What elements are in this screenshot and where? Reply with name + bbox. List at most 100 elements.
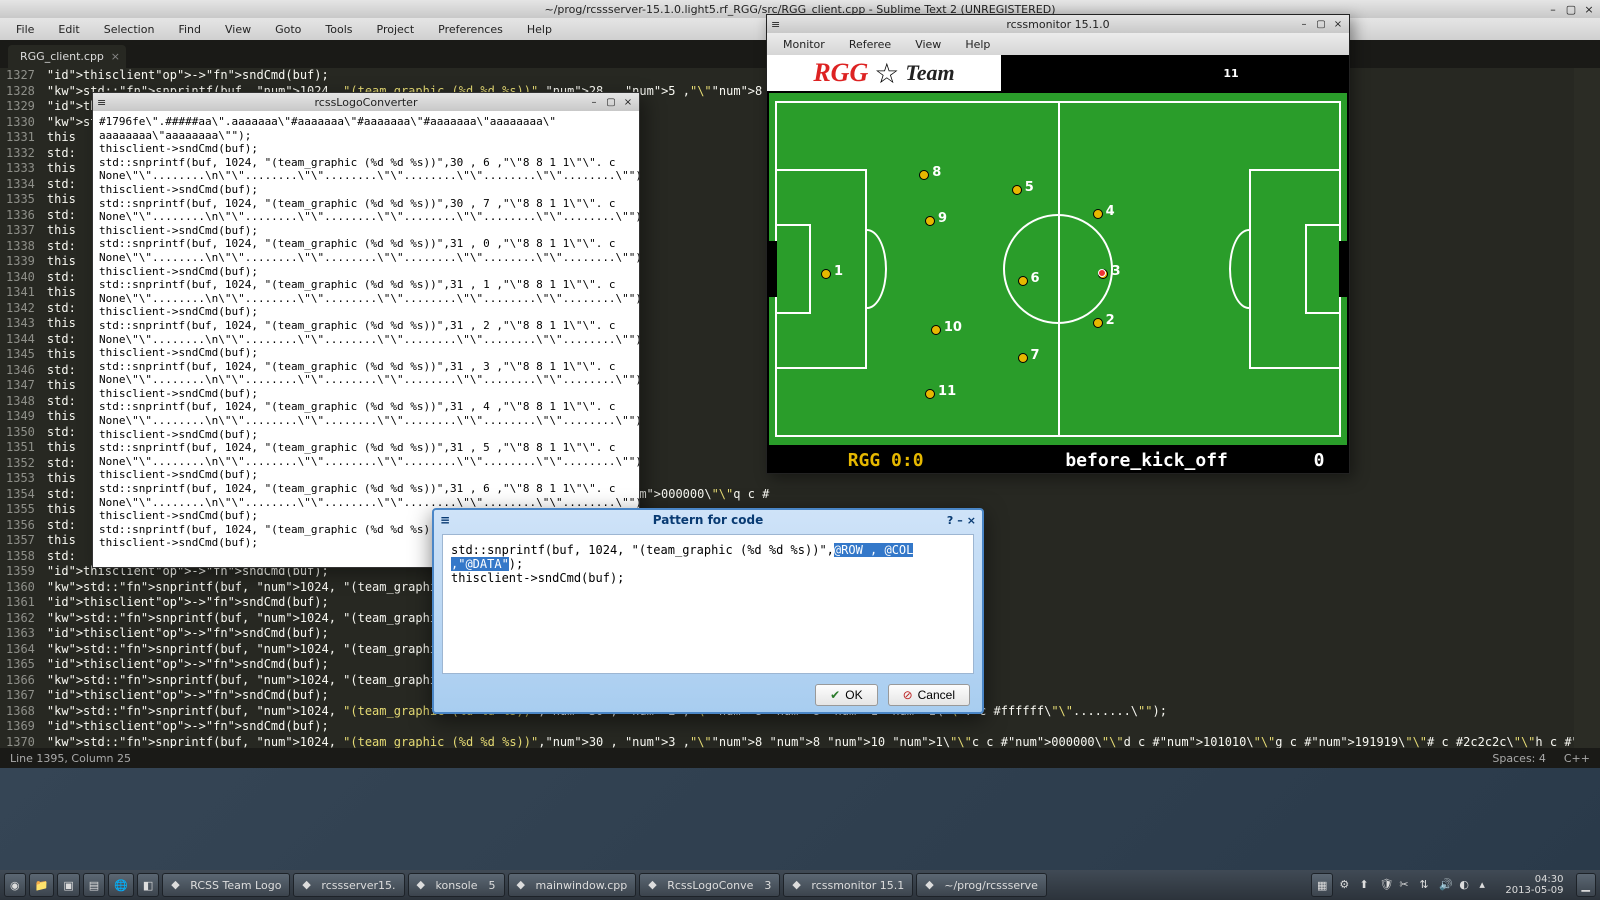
launcher-editor[interactable]: ▤ [83,873,105,897]
player-dots [1111,67,1221,80]
player-6[interactable]: 6 [1018,276,1028,286]
pattern-dialog: ≡ Pattern for code ? – × std::snprintf(b… [432,508,984,714]
close-icon[interactable]: × [1331,17,1345,31]
tray-icon[interactable]: ◐ [1459,878,1473,892]
task-label: RCSS Team Logo [190,879,281,892]
task-0[interactable]: ◆RCSS Team Logo [162,873,290,897]
launcher-terminal[interactable]: ▣ [57,873,79,897]
menu-monitor[interactable]: Monitor [773,36,835,53]
show-desktop[interactable]: ▁ [1576,873,1596,897]
menu-preferences[interactable]: Preferences [428,21,513,38]
task-2[interactable]: ◆konsole5 [408,873,505,897]
minimize-icon[interactable]: – [1297,17,1311,31]
player-7[interactable]: 7 [1018,353,1028,363]
task-label: mainwindow.cpp [536,879,628,892]
menu-help[interactable]: Help [955,36,1000,53]
close-icon[interactable]: × [621,95,635,109]
menu-edit[interactable]: Edit [48,21,89,38]
score-text: RGG 0:0 [767,450,1004,471]
app-icon: ◆ [925,878,939,892]
status-caret: Line 1395, Column 25 [10,752,131,765]
player-5[interactable]: 5 [1012,185,1022,195]
menu-find[interactable]: Find [168,21,211,38]
monitor-title: rcssmonitor 15.1.0 [1006,18,1109,31]
minimize-icon[interactable]: – [1546,2,1560,16]
minimize-icon[interactable]: – [957,514,963,527]
menu-referee[interactable]: Referee [839,36,901,53]
dialog-title: Pattern for code [653,513,763,527]
app-icon: ◆ [792,878,806,892]
window-menu-icon[interactable]: ≡ [97,96,106,109]
ok-button[interactable]: ✔OK [815,684,877,706]
player-11[interactable]: 11 [925,389,935,399]
player-number: 1 [834,264,843,279]
player-number: 10 [944,320,962,335]
soccer-pitch[interactable]: 1891011567432 [769,93,1347,445]
cancel-button[interactable]: ⊘Cancel [888,684,970,706]
player-number: 2 [1106,313,1115,328]
tray-icon[interactable]: ⬆ [1359,878,1373,892]
logoconverter-window: ≡ rcssLogoConverter – ▢ × #1796fe\".####… [92,92,640,568]
status-spaces[interactable]: Spaces: 4 [1492,752,1545,765]
menu-file[interactable]: File [6,21,44,38]
pattern-line2: thisclient->sndCmd(buf); [451,571,965,585]
menu-view[interactable]: View [905,36,951,53]
menu-selection[interactable]: Selection [94,21,165,38]
dialog-titlebar[interactable]: ≡ Pattern for code ? – × [434,510,982,530]
tray-icon[interactable]: ⇅ [1419,878,1433,892]
player-number: 9 [938,211,947,226]
maximize-icon[interactable]: ▢ [1564,2,1578,16]
pager[interactable]: ▦ [1311,873,1333,897]
game-time: 0 [1289,450,1349,471]
tab-close-icon[interactable]: × [111,50,120,63]
clock-date: 2013-05-09 [1505,885,1563,896]
menu-tools[interactable]: Tools [315,21,362,38]
tab-rgg-client[interactable]: RGG_client.cpp × [8,45,126,68]
team-logo: RGG ☆ Team [767,55,1001,91]
pattern-line1-post: ); [509,557,523,571]
task-5[interactable]: ◆rcssmonitor 15.1 [783,873,913,897]
tray-icon[interactable]: ✂ [1399,878,1413,892]
help-icon[interactable]: ? [947,514,953,527]
player-1[interactable]: 1 [821,269,831,279]
clock[interactable]: 04:30 2013-05-09 [1499,874,1569,896]
menu-goto[interactable]: Goto [265,21,311,38]
tray-icon[interactable]: ⚙ [1339,878,1353,892]
task-3[interactable]: ◆mainwindow.cpp [508,873,637,897]
task-1[interactable]: ◆rcssserver15. [293,873,404,897]
window-menu-icon[interactable]: ≡ [771,18,780,31]
tray-icon[interactable]: 🛡 [1379,878,1393,892]
close-icon[interactable]: × [967,514,976,527]
statusbar: Line 1395, Column 25 Spaces: 4 C++ [0,748,1600,768]
close-icon[interactable]: × [1582,2,1596,16]
logoconv-titlebar[interactable]: ≡ rcssLogoConverter – ▢ × [93,93,639,111]
task-4[interactable]: ◆RcssLogoConve3 [639,873,780,897]
menu-view[interactable]: View [215,21,261,38]
maximize-icon[interactable]: ▢ [604,95,618,109]
player-number: 4 [1106,204,1115,219]
volume-icon[interactable]: 🔊 [1439,878,1453,892]
app-icon: ◆ [417,878,431,892]
player-4[interactable]: 4 [1093,209,1103,219]
launcher-browser[interactable]: 🌐 [108,873,134,897]
logoconv-output[interactable]: #1796fe\".#####aa\".aaaaaaa\"#aaaaaaa\"#… [93,111,639,567]
window-menu-icon[interactable]: ≡ [440,513,450,527]
player-2[interactable]: 2 [1093,318,1103,328]
minimize-icon[interactable]: – [587,95,601,109]
launcher-files[interactable]: 📁 [29,873,55,897]
check-icon: ✔ [830,688,840,702]
status-lang[interactable]: C++ [1564,752,1590,765]
task-6[interactable]: ◆~/prog/rcssserve [916,873,1047,897]
menu-project[interactable]: Project [367,21,425,38]
start-button[interactable]: ◉ [4,873,26,897]
menu-help[interactable]: Help [517,21,562,38]
monitor-titlebar[interactable]: ≡ rcssmonitor 15.1.0 – ▢ × [767,15,1349,33]
cancel-icon: ⊘ [903,688,913,702]
maximize-icon[interactable]: ▢ [1314,17,1328,31]
tray-chevron-icon[interactable]: ▴ [1479,878,1493,892]
minimap[interactable] [1574,68,1600,748]
pattern-textarea[interactable]: std::snprintf(buf, 1024, "(team_graphic … [442,534,974,674]
player-number: 3 [1111,264,1120,279]
monitor-menubar: MonitorRefereeViewHelp [767,33,1349,55]
launcher-app[interactable]: ◧ [137,873,159,897]
